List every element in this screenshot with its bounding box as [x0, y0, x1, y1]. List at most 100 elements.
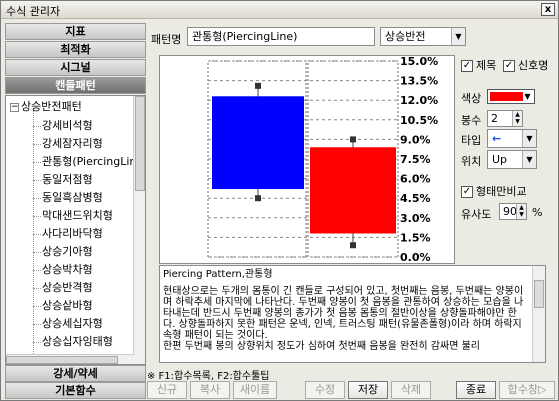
position-value: Up	[492, 153, 508, 166]
tree-connector	[33, 288, 41, 289]
position-select[interactable]: Up ▼	[487, 150, 537, 169]
y-tick-label: 10.5%	[400, 114, 438, 127]
pattern-type-value: 상승반전	[385, 30, 426, 43]
similarity-label: 유사도	[461, 208, 492, 221]
edit-button[interactable]: 수정	[305, 381, 345, 399]
close-button[interactable]: x	[541, 3, 555, 16]
rename-button[interactable]: 새이름	[233, 381, 277, 399]
type-value: ←	[492, 132, 502, 145]
y-tick-label: 15.0%	[400, 56, 438, 68]
function-window-button[interactable]: 합수창▷	[499, 381, 555, 399]
y-tick-label: 9.0%	[400, 133, 431, 146]
title-bar: 수식 관리자 x	[1, 1, 558, 19]
checkbox-checked-icon[interactable]: ✓	[503, 60, 515, 72]
tree-item[interactable]: 상승기아형	[42, 243, 134, 261]
chevron-down-icon[interactable]: ▼	[522, 91, 533, 102]
tree-connector	[33, 180, 41, 181]
description-scrollbar[interactable]	[532, 266, 545, 362]
pattern-description[interactable]: Piercing Pattern,관통형 현태상으로는 두개의 몸통이 긴 캔들…	[159, 265, 546, 363]
tree-connector	[33, 216, 41, 217]
tree-item[interactable]: 동일저점형	[42, 171, 134, 189]
similarity-unit: %	[532, 206, 543, 219]
signal-name-checkbox[interactable]: ✓ 신호명	[503, 57, 548, 73]
shape-compare-label: 형태만비교	[476, 185, 527, 198]
tree-item[interactable]: 상승반격형	[42, 279, 134, 297]
spin-arrows-icon[interactable]: ▲ ▼	[516, 204, 526, 219]
thickness-label: 봉수	[461, 114, 482, 127]
tree-connector	[33, 110, 34, 364]
checkbox-checked-icon[interactable]: ✓	[461, 60, 473, 72]
tree-root-label: 상승반전패턴	[21, 100, 82, 113]
category-basic-function[interactable]: 기본함수	[5, 382, 146, 399]
thickness-stepper[interactable]: 2 ▲ ▼	[487, 110, 523, 127]
tree-item[interactable]: 막대샌드위치형	[42, 207, 134, 225]
tree-connector	[33, 342, 41, 343]
category-candle-pattern[interactable]: 캔들패턴	[5, 77, 146, 94]
description-text: 현태상으로는 두개의 몸통이 긴 캔들로 구성되어 있고, 첫번째는 음봉, 두…	[163, 286, 524, 341]
pattern-type-select[interactable]: 상승반전 ▼	[380, 27, 466, 46]
function-key-hint: ※ F1:합수목록, F2:합수툴팁	[147, 371, 270, 382]
color-picker[interactable]: ▼	[487, 89, 535, 104]
tree-item[interactable]: 강세비석형	[42, 117, 134, 135]
candle-handle	[255, 195, 261, 202]
y-tick-label: 13.5%	[400, 75, 438, 88]
chart-canvas: 15.0% 13.5% 12.0% 10.5% 9.0% 7.5% 6.0% 4.5% 3.0%…	[207, 55, 438, 264]
checkbox-checked-icon[interactable]: ✓	[461, 186, 473, 198]
candle-handle	[255, 82, 261, 89]
candle-body	[212, 96, 304, 190]
candle-body	[310, 147, 396, 234]
description-text: 한편 두번째 봉의 상향위치 정도가 심하여 첫번째 음봉을 완전히 감싸면 불…	[163, 341, 480, 352]
category-bull-bear[interactable]: 강세/약세	[5, 365, 146, 382]
pattern-name-label: 패턴명	[151, 33, 182, 46]
tree-connector	[33, 198, 41, 199]
signal-checkbox-label: 신호명	[518, 59, 549, 72]
scroll-thumb[interactable]	[534, 280, 544, 308]
tree-connector	[33, 270, 41, 271]
category-signal[interactable]: 시그널	[5, 59, 146, 76]
pattern-name-field[interactable]: 관통형(PiercingLine)	[187, 27, 375, 46]
y-tick-label: 7.5%	[400, 153, 431, 166]
y-tick-label: 3.0%	[400, 212, 431, 225]
new-button[interactable]: 신규	[147, 381, 187, 399]
title-checkbox[interactable]: ✓ 제목	[461, 57, 496, 73]
tree-connector	[33, 126, 41, 127]
y-tick-label: 1.5%	[400, 231, 431, 244]
tree-item[interactable]: 상승십자잉태형	[42, 333, 134, 351]
scroll-thumb[interactable]	[6, 356, 118, 364]
type-select[interactable]: ← ▼	[487, 129, 537, 148]
tree-connector	[33, 252, 41, 253]
scroll-thumb[interactable]	[135, 96, 145, 191]
copy-button[interactable]: 복사	[190, 381, 230, 399]
collapse-icon[interactable]: −	[10, 102, 19, 112]
category-panel: 지표 최적화 시그널 캔들패턴 − 상승반전패턴 강세비석형 강세잠자리형 관통형(P…	[5, 23, 146, 397]
shape-compare-checkbox[interactable]: ✓ 형태만비교	[461, 183, 527, 199]
tree-item[interactable]: 사다리바닥형	[42, 225, 134, 243]
tree-item[interactable]: 상승박차형	[42, 261, 134, 279]
similarity-stepper[interactable]: 90 ▲ ▼	[499, 203, 527, 220]
tree-item[interactable]: 관통형(PiercingLine)	[42, 153, 134, 171]
tree-item[interactable]: 강세잠자리형	[42, 135, 134, 153]
y-tick-label: 6.0%	[400, 173, 431, 186]
category-optimize[interactable]: 최적화	[5, 41, 146, 58]
thickness-value: 2	[491, 112, 498, 125]
chevron-down-icon[interactable]: ▼	[451, 28, 465, 45]
tree-item[interactable]: 상승세십자형	[42, 315, 134, 333]
tree-item[interactable]: 상승샅바형	[42, 297, 134, 315]
pattern-chart: 15.0% 13.5% 12.0% 10.5% 9.0% 7.5% 6.0% 4.5% 3.0%…	[159, 55, 455, 264]
save-button[interactable]: 저장	[348, 381, 388, 399]
chevron-down-icon[interactable]: ▼	[522, 130, 536, 147]
close-dialog-button[interactable]: 종료	[456, 381, 496, 399]
tree-horizontal-scrollbar[interactable]	[6, 354, 134, 364]
position-label: 위치	[461, 155, 482, 168]
spin-arrows-icon[interactable]: ▲ ▼	[512, 111, 522, 126]
tree-connector	[33, 144, 41, 145]
chevron-down-icon[interactable]: ▼	[522, 151, 536, 168]
delete-button[interactable]: 삭제	[391, 381, 431, 399]
y-tick-label: 4.5%	[400, 192, 431, 205]
tree-vertical-scrollbar[interactable]	[133, 96, 145, 364]
y-tick-label: 0.0%	[400, 251, 431, 263]
category-indicator[interactable]: 지표	[5, 23, 146, 40]
tree-connector	[33, 306, 41, 307]
tree-item[interactable]: 동일흑삼병형	[42, 189, 134, 207]
tree-root[interactable]: − 상승반전패턴	[10, 99, 82, 115]
